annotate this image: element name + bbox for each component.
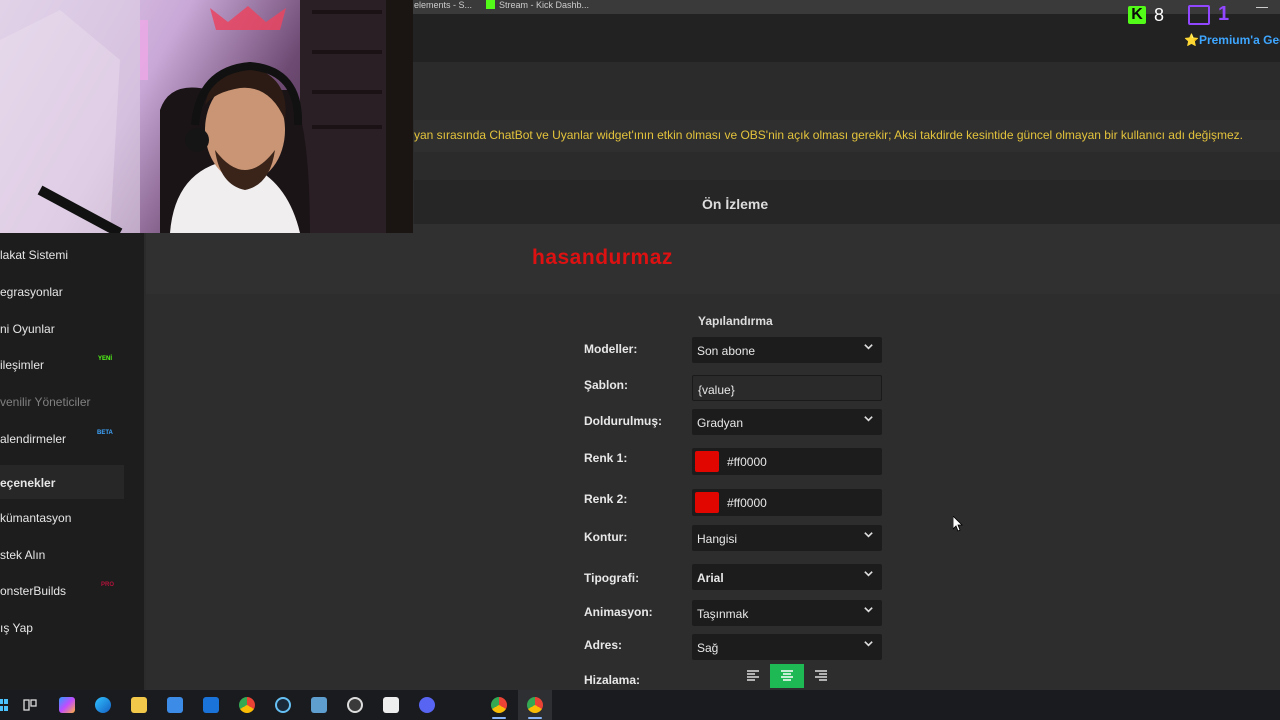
animation-label: Animasyon: bbox=[584, 605, 653, 619]
tab-label: Stream - Kick Dashb... bbox=[499, 0, 590, 10]
preview-title: Ön İzleme bbox=[702, 196, 769, 212]
taskbar-running-indicator bbox=[492, 717, 506, 719]
color1-swatch[interactable] bbox=[695, 451, 719, 472]
sidebar-item-documentation[interactable]: kümantasyon bbox=[0, 511, 71, 525]
models-select[interactable]: Son abone bbox=[692, 337, 882, 363]
color1-picker[interactable]: #ff0000 bbox=[692, 448, 882, 475]
color1-value: #ff0000 bbox=[727, 455, 767, 469]
browser-tab-kick-dashboard[interactable]: Stream - Kick Dashb... bbox=[486, 0, 596, 14]
webcam-scene bbox=[0, 0, 413, 233]
chevron-down-icon bbox=[864, 571, 873, 577]
template-label: Şablon: bbox=[584, 378, 628, 392]
chrome-active-icon[interactable] bbox=[527, 697, 543, 713]
models-label: Modeller: bbox=[584, 342, 638, 356]
twitch-logo-icon[interactable] bbox=[1188, 5, 1210, 25]
color2-label: Renk 2: bbox=[584, 492, 628, 506]
new-badge: YENİ bbox=[98, 356, 113, 362]
typography-label: Tipografi: bbox=[584, 571, 640, 585]
chevron-down-icon bbox=[864, 532, 873, 538]
typography-value: Arial bbox=[697, 571, 724, 585]
color1-label: Renk 1: bbox=[584, 451, 628, 465]
taskbar-active-indicator bbox=[528, 717, 542, 719]
sidebar-item-notifications[interactable]: alendirmeler bbox=[0, 432, 66, 446]
align-right-icon bbox=[815, 670, 827, 681]
fill-value: Gradyan bbox=[697, 416, 744, 430]
chevron-down-icon bbox=[864, 607, 873, 613]
beta-badge: BETA bbox=[97, 430, 113, 436]
store-icon[interactable] bbox=[167, 697, 183, 713]
color2-value: #ff0000 bbox=[727, 496, 767, 510]
kick-logo-icon[interactable]: K bbox=[1128, 6, 1146, 24]
animation-select[interactable]: Taşınmak bbox=[692, 600, 882, 626]
fill-select[interactable]: Gradyan bbox=[692, 409, 882, 435]
address-select[interactable]: Sağ bbox=[692, 634, 882, 660]
sidebar-item-loyalty-system[interactable]: lakat Sistemi bbox=[0, 248, 68, 262]
sidebar-item-get-support[interactable]: stek Alın bbox=[0, 548, 45, 562]
obs-icon[interactable] bbox=[347, 697, 363, 713]
align-center-button[interactable] bbox=[770, 664, 804, 688]
outline-select[interactable]: Hangisi bbox=[692, 525, 882, 551]
chevron-down-icon bbox=[864, 344, 873, 350]
sidebar-item-mini-games[interactable]: ni Oyunlar bbox=[0, 322, 55, 336]
sidebar-item-communications[interactable]: ileşimler bbox=[0, 358, 44, 372]
alignment-label: Hizalama: bbox=[584, 673, 641, 687]
file-explorer-icon[interactable] bbox=[131, 697, 147, 713]
media-icon[interactable] bbox=[311, 697, 327, 713]
twitch-viewer-count: 1 bbox=[1218, 3, 1230, 25]
notice-text: yan sırasında ChatBot ve Uyanlar widget'… bbox=[414, 128, 1243, 142]
chevron-down-icon bbox=[864, 641, 873, 647]
steam-icon[interactable] bbox=[275, 697, 291, 713]
fill-label: Doldurulmuş: bbox=[584, 414, 662, 428]
copilot-icon[interactable] bbox=[59, 697, 75, 713]
premium-upgrade-link[interactable]: ⭐Premium'a Geç bbox=[1184, 33, 1280, 47]
align-left-icon bbox=[747, 670, 759, 681]
webcam-overlay bbox=[0, 0, 413, 233]
task-view-icon[interactable] bbox=[23, 698, 37, 712]
chrome-profile-icon[interactable] bbox=[491, 697, 507, 713]
color2-picker[interactable]: #ff0000 bbox=[692, 489, 882, 516]
chrome-icon[interactable] bbox=[239, 697, 255, 713]
align-left-button[interactable] bbox=[736, 664, 770, 688]
align-center-icon bbox=[781, 670, 793, 681]
browser-tab-elements[interactable]: elements - S... bbox=[414, 0, 476, 14]
template-value: {value} bbox=[698, 383, 735, 397]
tab-label: elements - S... bbox=[414, 0, 473, 10]
sidebar-item-options[interactable]: eçenekler bbox=[0, 476, 55, 490]
address-label: Adres: bbox=[584, 638, 623, 652]
discord-icon[interactable] bbox=[419, 697, 435, 713]
preview-area bbox=[146, 224, 1280, 294]
align-right-button[interactable] bbox=[804, 664, 838, 688]
start-icon[interactable] bbox=[0, 698, 8, 712]
sidebar-item-logout[interactable]: ış Yap bbox=[0, 621, 33, 635]
kick-favicon-icon bbox=[486, 0, 495, 9]
outline-label: Kontur: bbox=[584, 530, 628, 544]
sidebar-item-integrations[interactable]: egrasyonlar bbox=[0, 285, 63, 299]
animation-value: Taşınmak bbox=[697, 607, 749, 621]
kick-viewer-count: 8 bbox=[1154, 5, 1165, 25]
preview-username: hasandurmaz bbox=[532, 246, 673, 269]
capture-icon[interactable] bbox=[383, 697, 399, 713]
mouse-cursor-icon bbox=[953, 516, 963, 532]
models-value: Son abone bbox=[697, 344, 756, 358]
template-input[interactable]: {value} bbox=[692, 375, 882, 401]
pro-badge: PRO bbox=[101, 582, 115, 588]
outlook-icon[interactable] bbox=[203, 697, 219, 713]
sidebar-item-trusted-moderators[interactable]: venilir Yöneticiler bbox=[0, 395, 91, 409]
preview-header bbox=[414, 180, 1280, 224]
outline-value: Hangisi bbox=[697, 532, 738, 546]
address-value: Sağ bbox=[697, 641, 719, 655]
taskbar bbox=[0, 690, 1280, 720]
window-minimize-icon[interactable] bbox=[1256, 0, 1268, 8]
config-title: Yapılandırma bbox=[698, 314, 773, 328]
color2-swatch[interactable] bbox=[695, 492, 719, 513]
alignment-button-group bbox=[736, 664, 840, 688]
sidebar-item-monsterbuilds[interactable]: onsterBuilds bbox=[0, 584, 66, 598]
chevron-down-icon bbox=[864, 416, 873, 422]
typography-select[interactable]: Arial bbox=[692, 564, 882, 590]
edge-icon[interactable] bbox=[95, 697, 111, 713]
